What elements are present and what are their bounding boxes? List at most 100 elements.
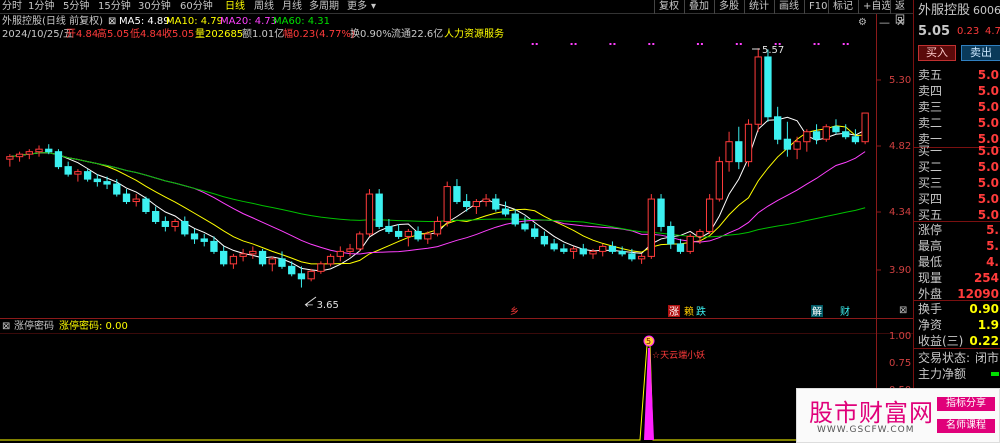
candle-up [307, 270, 315, 280]
current-volume: 现量 254 [918, 271, 999, 285]
candle-down [151, 211, 160, 222]
signal-dot [535, 43, 538, 45]
candle-up [171, 220, 179, 227]
candle-down [492, 198, 500, 210]
candle-down [842, 131, 850, 138]
candle-down [531, 228, 539, 237]
candle-down [511, 213, 519, 225]
candle-down [628, 253, 636, 260]
net-assets: 净资 1.9 [918, 318, 999, 332]
trade-status: 交易状态: 闭市 [918, 351, 999, 365]
signal-dot [696, 43, 699, 45]
event-marker-2[interactable]: 赖 [684, 306, 694, 318]
signal-dot [652, 43, 655, 45]
settings-icon[interactable]: ⚙ [858, 17, 867, 28]
candle-down [83, 171, 92, 180]
day-high: 最高 5. [918, 239, 999, 253]
candle-up [715, 161, 724, 200]
indicator-close-icon[interactable]: ⊠ [2, 320, 10, 334]
indicator-line [0, 344, 876, 441]
indicator-y-label-100: 1.00 [889, 331, 912, 342]
candle-down [764, 56, 772, 118]
candle-up [15, 153, 24, 158]
close-icon[interactable]: ✕ [896, 16, 905, 29]
candle-up [472, 201, 481, 208]
candle-up [365, 193, 374, 235]
watermark-tag-course: 名师课程 [937, 419, 995, 433]
candle-up [336, 250, 344, 257]
candle-down [550, 243, 558, 250]
candle-down [453, 186, 461, 203]
candle-up [744, 123, 753, 163]
candle-up [249, 250, 257, 255]
candle-down [210, 240, 218, 252]
signal-dots [531, 43, 849, 45]
candle-up [132, 198, 140, 203]
candle-up [803, 131, 811, 143]
candle-up [74, 171, 82, 175]
candle-up [25, 151, 33, 155]
price-change: 0.23 [957, 26, 980, 37]
signal-dot [609, 43, 612, 45]
candle-down [540, 235, 549, 245]
expand-icon[interactable]: ⊠ [899, 305, 907, 316]
candle-down [200, 238, 208, 242]
candle-up [754, 56, 762, 125]
signal-dot [846, 43, 849, 45]
candle-down [45, 148, 53, 153]
main-net-flow: 主力净额 [914, 366, 1000, 382]
signal-dot [700, 43, 703, 45]
indicator-signal-icon-text: 5 [646, 337, 651, 346]
candle-down [297, 273, 306, 280]
candle-down [832, 126, 840, 133]
buy-button[interactable]: 买入 [918, 45, 956, 61]
candle-down [501, 208, 510, 215]
y-label-390: 3.90 [889, 265, 912, 276]
candle-up [346, 248, 354, 252]
y-label-482: 4.82 [889, 141, 912, 152]
watermark-title: 股市财富网 [809, 399, 934, 427]
candle-down [657, 198, 665, 227]
candle-up [725, 141, 733, 163]
signal-dot [613, 43, 616, 45]
high-annotation: 5.57 [762, 45, 784, 56]
candle-down [521, 223, 529, 230]
candle-down [64, 166, 72, 175]
kline-chart[interactable]: 5.57 ← 3.65 乡 涨 赖 跌 解 财 5 ☆天云端小妖 [0, 0, 913, 443]
limit-up-marker[interactable]: 涨 [669, 306, 679, 318]
last-price: 5.05 [918, 24, 951, 39]
candle-up [239, 253, 247, 257]
minimize-icon[interactable]: — [879, 16, 890, 29]
unlock-marker[interactable]: 解 [812, 305, 822, 318]
bid-level-1: 买一 5.0 [918, 144, 999, 158]
signal-dot [531, 43, 534, 45]
limit-down-marker[interactable]: 跌 [696, 305, 706, 318]
candle-down [676, 243, 685, 252]
candle-down [161, 220, 170, 227]
financial-marker[interactable]: 财 [840, 305, 850, 318]
candle-down [113, 183, 121, 195]
indicator-name[interactable]: 涨停密码 [14, 320, 54, 334]
candle-up [569, 248, 578, 252]
watermark-url: WWW.GSCFW.COM [817, 425, 915, 435]
signal-dot [813, 43, 816, 45]
signal-dot [648, 43, 651, 45]
event-marker-1[interactable]: 乡 [510, 306, 519, 317]
y-label-530: 5.30 [889, 75, 912, 86]
candle-down [142, 198, 150, 213]
earnings-q3: 收益(三) 0.22 [918, 334, 999, 348]
candle-down [385, 225, 393, 232]
candle-down [608, 245, 617, 252]
candle-up [424, 233, 432, 240]
candle-down [394, 230, 403, 237]
candle-up [443, 186, 451, 222]
ask-level-2: 卖二 5.0 [918, 116, 999, 130]
sell-button[interactable]: 卖出 [961, 45, 1000, 61]
ask-level-3: 卖三 5.0 [918, 100, 999, 114]
main-flow-bar [991, 372, 999, 376]
candle-down [735, 141, 743, 163]
ask-level-4: 卖四 5.0 [918, 84, 999, 98]
candle-down [812, 131, 821, 140]
candle-down [288, 265, 296, 275]
candle-up [686, 235, 694, 252]
